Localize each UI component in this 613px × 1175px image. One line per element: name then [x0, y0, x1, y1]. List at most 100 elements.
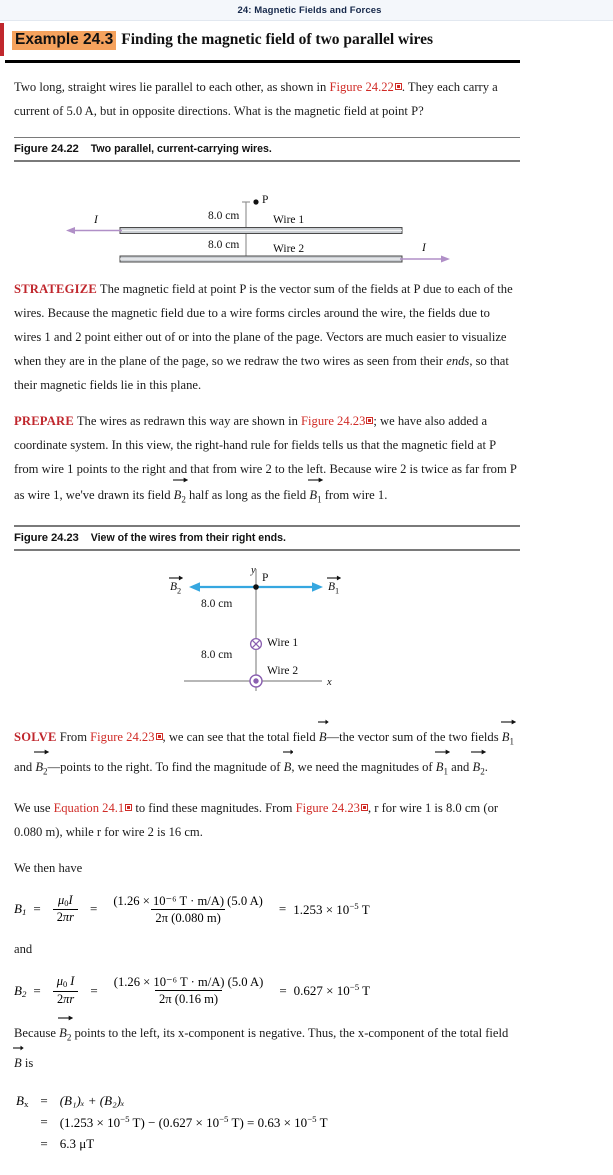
- chapter-title: 24: Magnetic Fields and Forces: [237, 4, 382, 16]
- eq-b1-expanded-numerator: (1.26 × 10⁻⁶ T · m/A) (5.0 A): [113, 893, 263, 908]
- strategize-paragraph: STRATEGIZE The magnetic field at point P…: [14, 277, 517, 397]
- final-equation-table: Bx = (B₁)ₓ + (B₂)ₓ = (1.253 × 10−5 T) − …: [0, 1089, 330, 1155]
- equation-b2-row: B2 = μ0 I 2πr = (1.26 × 10⁻⁶ T · m/A) (5…: [14, 974, 593, 1007]
- b-vector-symbol: B: [317, 719, 329, 749]
- b1-subscript: 1: [317, 494, 322, 505]
- final-equation-row-3: = 6.3 μT: [16, 1134, 328, 1153]
- eq-b1-numerator: μ0I: [58, 892, 73, 908]
- figure-24-23: Figure 24.23 View of the wires from their…: [0, 525, 613, 710]
- figure-23-caption-text: View of the wires from their right ends.: [90, 532, 286, 545]
- eq-b1-denominator: 2πr: [52, 909, 78, 925]
- figure-23-x-axis-label: x: [327, 676, 332, 688]
- because-wrap: Because B2 points to the left, its x-com…: [0, 1015, 613, 1076]
- figure-23-svg: [184, 568, 323, 691]
- popup-icon[interactable]: [155, 732, 163, 740]
- chapter-header-bar: 24: Magnetic Fields and Forces: [0, 0, 613, 21]
- prepare-text-d: from wire 1.: [321, 487, 388, 502]
- vector-arrow-icon: [172, 477, 188, 483]
- figure-23-artwork: y x P B2 B1 8.0 cm 8.0 cm Wire 1 Wire 2: [0, 551, 613, 711]
- equals-sign: =: [33, 982, 41, 998]
- popup-icon[interactable]: [366, 416, 374, 424]
- equals-sign: =: [40, 1114, 48, 1130]
- eq-b2-expanded-denominator: 2π (0.16 m): [154, 990, 223, 1006]
- figure-22-wire2-label: Wire 2: [273, 242, 305, 255]
- example-body: Two long, straight wires lie parallel to…: [0, 75, 613, 123]
- figure-22-artwork: P 8.0 cm 8.0 cm Wire 1 Wire 2 I I: [0, 162, 613, 265]
- solve-paragraph: SOLVE From Figure 24.23 , we can see that…: [14, 719, 517, 784]
- and-connector-wrap: and: [0, 937, 613, 961]
- eq-b2-expanded-fraction: (1.26 × 10⁻⁶ T · m/A) (5.0 A) 2π (0.16 m…: [110, 975, 268, 1006]
- eq-intro-text-a: We use: [14, 800, 54, 815]
- prepare-keyword: PREPARE: [14, 413, 74, 428]
- b-vector-symbol: B: [282, 749, 294, 779]
- solve-text-g: and: [448, 760, 473, 775]
- equals-sign: =: [278, 901, 287, 917]
- figure-22-point-p-label: P: [262, 193, 269, 206]
- because-paragraph: Because B2 points to the left, its x-com…: [13, 1015, 517, 1076]
- equation-intro-paragraph: We use Equation 24.1 to find these magni…: [14, 796, 517, 844]
- b2-vector-symbol: B2: [58, 1015, 74, 1050]
- final-row1-value: (B₁)ₓ + (B₂)ₓ: [59, 1092, 125, 1108]
- equals-sign: =: [279, 982, 287, 998]
- b1-letter: B: [309, 487, 318, 502]
- strategize-emphasis: ends: [446, 353, 470, 368]
- problem-statement: Two long, straight wires lie parallel to…: [14, 75, 517, 123]
- example-body-2: STRATEGIZE The magnetic field at point P…: [0, 277, 613, 512]
- final-equation-row-1: Bx = (B₁)ₓ + (B₂)ₓ: [16, 1091, 328, 1110]
- b-vector-symbol: B: [13, 1045, 24, 1075]
- eq-b1-expanded-denominator: 2π (0.080 m): [151, 908, 225, 925]
- figure-23-distance-bottom: 8.0 cm: [201, 648, 233, 661]
- eq-intro-text-b: to find these magnitudes. From: [132, 800, 296, 815]
- figure-23-link[interactable]: Figure 24.23: [296, 801, 360, 815]
- popup-icon[interactable]: [125, 803, 133, 811]
- solve-text-f: , we need the magnitudes of: [291, 760, 436, 775]
- figure-22-current-left-label: I: [94, 213, 98, 226]
- equals-sign: =: [40, 1135, 48, 1151]
- figure-22-distance-bottom: 8.0 cm: [208, 238, 240, 251]
- figure-23-wire2-label: Wire 2: [267, 664, 299, 677]
- figure-23-link[interactable]: Figure 24.23: [301, 414, 365, 428]
- solve-text-h: .: [484, 760, 488, 775]
- solve-text-c: —the vector sum of the two fields: [326, 729, 502, 744]
- equals-sign: =: [89, 901, 98, 917]
- figure-23-y-axis-label: y: [251, 564, 256, 576]
- solve-text-b: , we can see that the total field: [162, 729, 319, 744]
- figure-22-current-right-label: I: [422, 241, 426, 254]
- final-equation-row-2: = (1.253 × 10−5 T) − (0.627 × 10−5 T) = …: [16, 1112, 327, 1132]
- eq-b1-lhs: B1: [14, 901, 27, 918]
- equals-sign: =: [40, 1092, 48, 1108]
- b2-subscript: 2: [181, 494, 186, 505]
- b2-vector-symbol: B2: [172, 477, 188, 512]
- eq-b2-result: 0.627 × 10−5 T: [293, 982, 371, 999]
- equation-b2: B2 = μ0 I 2πr = (1.26 × 10⁻⁶ T · m/A) (5…: [0, 974, 613, 1007]
- popup-icon[interactable]: [394, 82, 402, 90]
- eq-b2-lhs: B2: [14, 982, 27, 999]
- final-row3-value: 6.3 μT: [59, 1135, 95, 1151]
- eq-b2-expanded-numerator: (1.26 × 10⁻⁶ T · m/A) (5.0 A): [113, 975, 264, 990]
- b1-vector-symbol: B1: [308, 477, 324, 512]
- figure-22-svg: [66, 199, 450, 263]
- because-text-a: Because: [14, 1025, 60, 1040]
- eq-b2-numerator: μ0 I: [56, 974, 75, 990]
- because-text-b: points to the left, its x-component is n…: [71, 1025, 509, 1040]
- figure-23-number: Figure 24.23: [14, 532, 79, 545]
- figure-23-b1-label: B1: [327, 575, 342, 595]
- solve-text-d: and: [14, 760, 36, 775]
- accent-bar: [0, 23, 4, 57]
- figure-22-link[interactable]: Figure 24.22: [329, 80, 393, 94]
- figure-23-link[interactable]: Figure 24.23: [90, 730, 154, 744]
- popup-icon[interactable]: [360, 803, 368, 811]
- figure-22-number: Figure 24.22: [14, 143, 79, 156]
- figure-22-caption: Figure 24.22 Two parallel, current-carryi…: [0, 138, 613, 160]
- eq-b1-mu0I-over-2pir: μ0I 2πr: [52, 892, 78, 925]
- example-header: Example 24.3 Finding the magnetic field o…: [0, 23, 613, 57]
- equation-b1: B1 = μ0I 2πr = (1.26 × 10⁻⁶ T · m/A) (5.…: [0, 892, 613, 925]
- header-divider: [5, 60, 520, 63]
- equation-24-1-link[interactable]: Equation 24.1: [54, 801, 125, 815]
- prepare-text-c: half as long as the field: [185, 487, 310, 502]
- b1-vector-symbol: B1: [500, 719, 516, 754]
- figure-23-wire1-label: Wire 1: [267, 636, 299, 649]
- eq-b2-denominator: 2πr: [52, 990, 79, 1007]
- because-text-c: is: [21, 1056, 34, 1071]
- b2-vector-symbol: B2: [34, 749, 50, 784]
